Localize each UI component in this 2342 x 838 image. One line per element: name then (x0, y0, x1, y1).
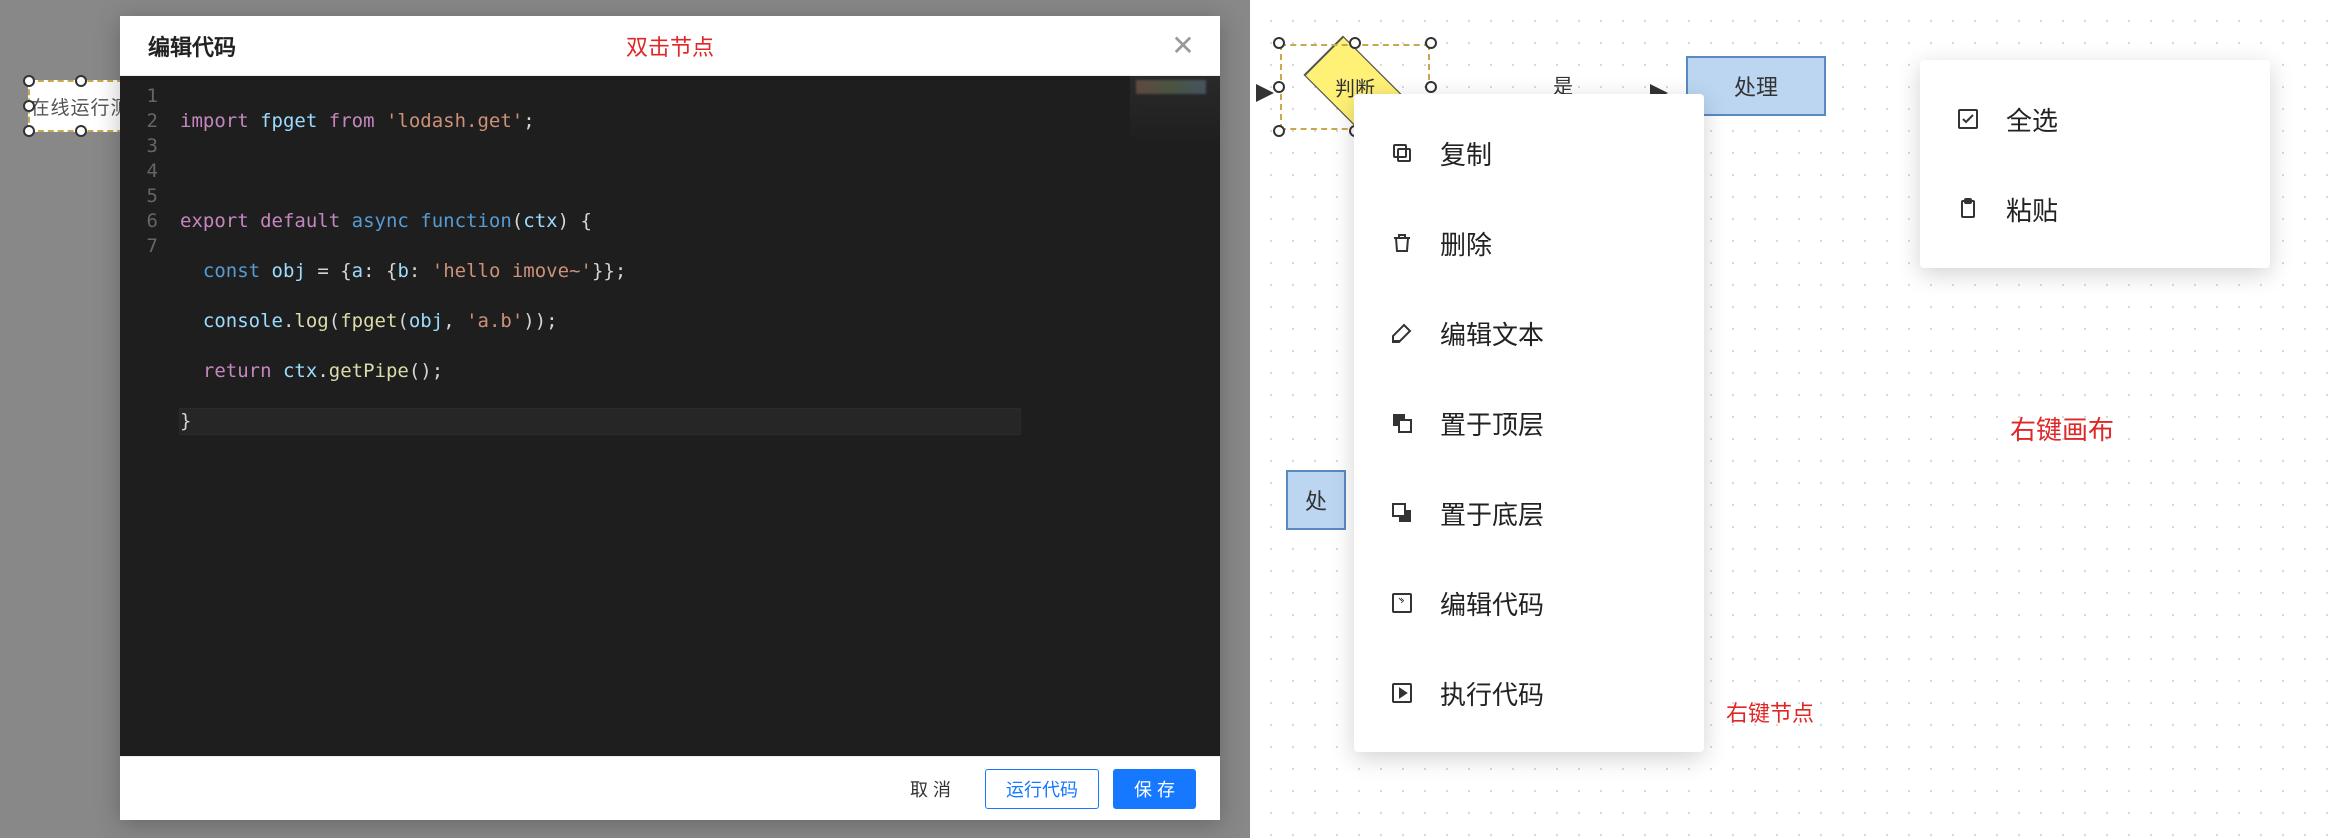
editor-minimap[interactable] (1130, 76, 1220, 756)
line-number: 4 (120, 159, 158, 184)
background-node-label: 在线运行测 (30, 93, 130, 120)
code-editor[interactable]: 1 2 3 4 5 6 7 import fpget from 'lodash.… (120, 76, 1220, 756)
node-context-menu: 复制 删除 编辑文本 置于顶层 (1354, 94, 1704, 752)
menu-item-label: 粘贴 (2006, 191, 2058, 228)
bring-front-icon (1388, 409, 1416, 437)
cancel-button[interactable]: 取 消 (890, 769, 971, 809)
menu-item-label: 置于底层 (1440, 495, 1544, 532)
modal-title: 编辑代码 (148, 30, 236, 62)
canvas-menu-annotation: 右键画布 (2010, 410, 2114, 447)
modal-header: 编辑代码 双击节点 ✕ (120, 16, 1220, 76)
edit-text-icon (1388, 319, 1416, 347)
menu-item-select-all[interactable]: 全选 (1920, 74, 2270, 164)
menu-item-label: 执行代码 (1440, 675, 1544, 712)
send-back-icon (1388, 499, 1416, 527)
menu-item-edit-code[interactable]: 编辑代码 (1354, 558, 1704, 648)
resize-handle[interactable] (1425, 81, 1437, 93)
code-area[interactable]: import fpget from 'lodash.get'; export d… (168, 76, 1220, 756)
resize-handle[interactable] (75, 75, 87, 87)
resize-handle[interactable] (1273, 37, 1285, 49)
run-code-icon (1388, 679, 1416, 707)
edge-arrow-icon (1256, 84, 1274, 102)
resize-handle[interactable] (75, 125, 87, 137)
resize-handle[interactable] (1273, 125, 1285, 137)
menu-item-edit-text[interactable]: 编辑文本 (1354, 288, 1704, 378)
menu-item-label: 删除 (1440, 225, 1492, 262)
resize-handle[interactable] (1425, 37, 1437, 49)
canvas-panel[interactable]: 判断 是 处理 处 复制 (1250, 0, 2342, 838)
background-selected-node[interactable]: 在线运行测 (28, 80, 133, 132)
menu-item-delete[interactable]: 删除 (1354, 198, 1704, 288)
menu-item-label: 复制 (1440, 135, 1492, 172)
paste-icon (1954, 195, 1982, 223)
resize-handle[interactable] (1349, 37, 1361, 49)
close-icon[interactable]: ✕ (1168, 31, 1198, 61)
menu-item-label: 编辑文本 (1440, 315, 1544, 352)
menu-item-send-back[interactable]: 置于底层 (1354, 468, 1704, 558)
resize-handle[interactable] (23, 100, 35, 112)
line-number-gutter: 1 2 3 4 5 6 7 (120, 76, 168, 756)
edit-code-icon (1388, 589, 1416, 617)
modal-annotation: 双击节点 (626, 30, 714, 62)
process-node[interactable]: 处理 (1686, 56, 1826, 116)
menu-item-label: 编辑代码 (1440, 585, 1544, 622)
resize-handle[interactable] (23, 75, 35, 87)
node-menu-annotation: 右键节点 (1726, 696, 1814, 728)
line-number: 1 (120, 84, 158, 109)
resize-handle[interactable] (1273, 81, 1285, 93)
process-node-partial[interactable]: 处 (1286, 470, 1346, 530)
menu-item-label: 置于顶层 (1440, 405, 1544, 442)
process-node-label: 处理 (1734, 70, 1778, 102)
menu-item-bring-front[interactable]: 置于顶层 (1354, 378, 1704, 468)
left-panel: 在线运行测 编辑代码 双击节点 ✕ 1 2 3 4 5 (0, 0, 1250, 838)
select-all-icon (1954, 105, 1982, 133)
line-number: 6 (120, 209, 158, 234)
menu-item-paste[interactable]: 粘贴 (1920, 164, 2270, 254)
resize-handle[interactable] (23, 125, 35, 137)
line-number: 2 (120, 109, 158, 134)
modal-footer: 取 消 运行代码 保 存 (120, 756, 1220, 820)
line-number: 5 (120, 184, 158, 209)
line-number: 7 (120, 234, 158, 259)
canvas-context-menu: 全选 粘贴 (1920, 60, 2270, 268)
run-code-button[interactable]: 运行代码 (985, 769, 1099, 809)
process-node-label: 处 (1305, 484, 1327, 516)
menu-item-run-code[interactable]: 执行代码 (1354, 648, 1704, 738)
save-button[interactable]: 保 存 (1113, 769, 1196, 809)
menu-item-copy[interactable]: 复制 (1354, 108, 1704, 198)
menu-item-label: 全选 (2006, 101, 2058, 138)
copy-icon (1388, 139, 1416, 167)
edit-code-modal: 编辑代码 双击节点 ✕ 1 2 3 4 5 6 7 import fpget f… (120, 16, 1220, 820)
line-number: 3 (120, 134, 158, 159)
delete-icon (1388, 229, 1416, 257)
